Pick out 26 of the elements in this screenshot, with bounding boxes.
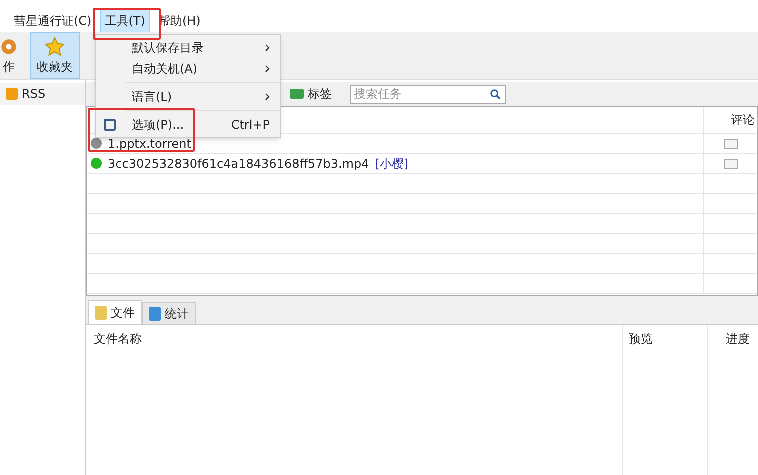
chevron-icon bbox=[265, 44, 270, 52]
highlight-frame bbox=[93, 8, 161, 40]
menu-entry[interactable]: 选项(P)... Ctrl+P bbox=[96, 114, 280, 135]
menu-entry[interactable]: 语言(L) bbox=[96, 86, 280, 107]
column-header[interactable]: 评论 bbox=[704, 107, 757, 133]
task-name[interactable]: 3cc302532830f61c4a18436168ff57b3.mp4 bbox=[108, 154, 370, 172]
tab[interactable]: 文件 bbox=[88, 300, 142, 324]
column-header[interactable]: 进度 bbox=[708, 325, 758, 475]
search-icon bbox=[490, 88, 501, 100]
menu-item[interactable]: 工具(T) bbox=[100, 9, 150, 33]
star-icon bbox=[44, 36, 66, 58]
menu-entry[interactable]: 自动关机(A) bbox=[96, 58, 280, 79]
sidebar-item[interactable]: RSS bbox=[0, 83, 85, 105]
toolbar-button[interactable]: 作 bbox=[0, 32, 26, 79]
chevron-icon bbox=[265, 92, 270, 100]
search-field[interactable]: 搜索任务 bbox=[350, 84, 506, 104]
tab[interactable]: 统计 bbox=[142, 302, 196, 324]
tag-button[interactable]: 标签 bbox=[286, 85, 336, 103]
column-header[interactable]: 文件名称 bbox=[86, 325, 623, 475]
chevron-icon bbox=[265, 64, 270, 72]
menu-item[interactable]: 彗星通行证(C) bbox=[10, 10, 96, 32]
column-header[interactable]: 预览 bbox=[623, 325, 708, 475]
task-tag: [小樱] bbox=[375, 154, 409, 172]
toolbar-button[interactable]: 收藏夹 bbox=[30, 32, 80, 79]
menu-entry[interactable]: 默认保存目录 bbox=[96, 37, 280, 58]
shortcut: Ctrl+P bbox=[231, 116, 270, 134]
